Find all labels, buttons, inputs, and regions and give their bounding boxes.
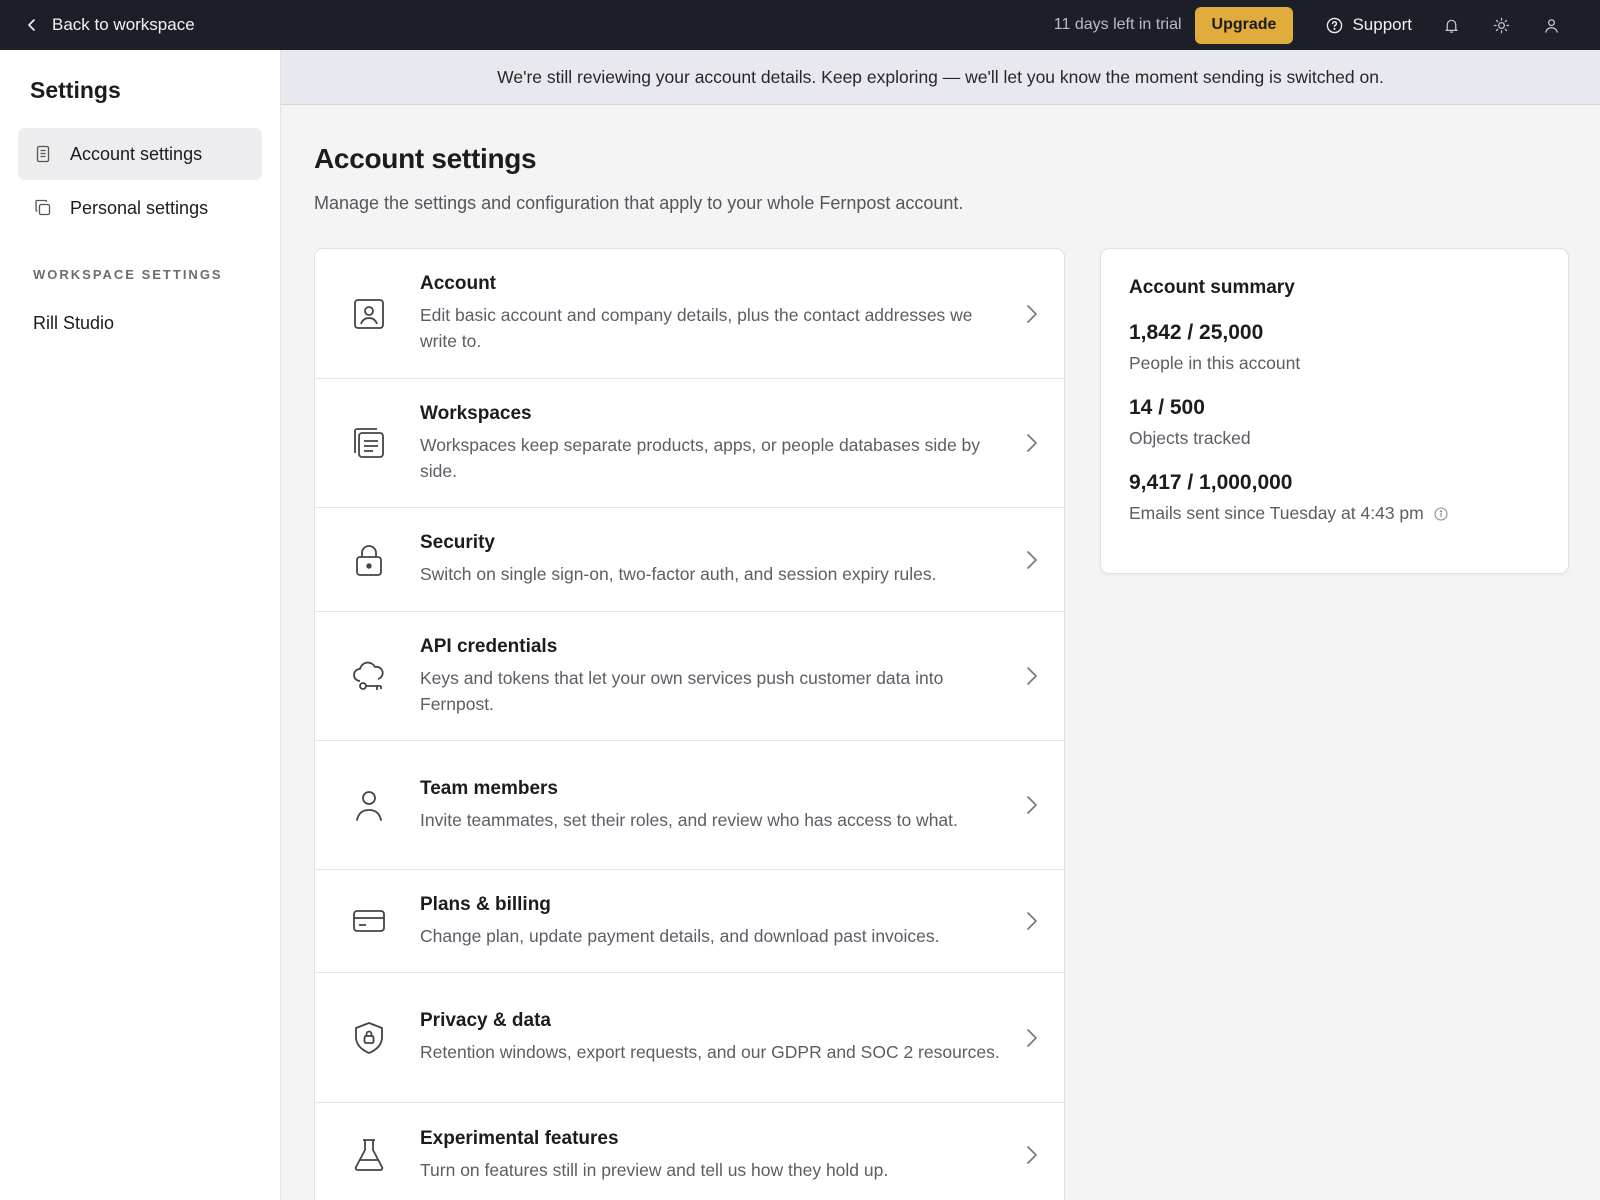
bell-icon: [1444, 19, 1458, 33]
settings-row-text: Security Switch on single sign-on, two-f…: [420, 532, 1024, 587]
workspace-settings-heading: WORKSPACE SETTINGS: [33, 267, 223, 282]
settings-row-text: Experimental features Turn on features s…: [420, 1128, 1024, 1183]
stat-value: 14 / 500: [1129, 396, 1205, 419]
settings-row-title: Account: [420, 273, 496, 294]
sidebar-item-label: Personal settings: [70, 197, 209, 218]
banner-message: We're still reviewing your account detai…: [497, 66, 1384, 87]
settings-row-description: Workspaces keep separate products, apps,…: [420, 434, 981, 481]
stat-people: 1,842 / 25,000 People in this account: [1129, 321, 1540, 374]
notifications-button[interactable]: [1426, 0, 1476, 50]
settings-row-title: Experimental features: [420, 1127, 619, 1149]
stat-label-text: Emails sent since Tuesday at 4:43 pm: [1129, 503, 1424, 523]
settings-row-api-credentials[interactable]: API credentials Keys and tokens that let…: [315, 612, 1064, 741]
settings-row-security[interactable]: Security Switch on single sign-on, two-f…: [315, 508, 1064, 612]
settings-row-privacy-data[interactable]: Privacy & data Retention windows, export…: [315, 973, 1064, 1103]
top-bar-actions: 11 days left in trial Upgrade Support: [1054, 0, 1576, 50]
flask-icon: [351, 1137, 387, 1173]
shield-lock-icon: [351, 1020, 387, 1056]
settings-row-title: Plans & billing: [420, 893, 551, 915]
chevron-right-icon: [1027, 1028, 1037, 1047]
sidebar-item-personal-settings[interactable]: Personal settings: [18, 182, 262, 234]
page-subtitle: Manage the settings and configuration th…: [314, 193, 964, 213]
stat-value: 9,417 / 1,000,000: [1129, 471, 1293, 494]
user-icon: [1544, 18, 1558, 33]
chevron-right-icon: [1027, 912, 1037, 930]
settings-row-title: Security: [420, 532, 495, 553]
stacked-docs-icon: [351, 425, 387, 461]
settings-row-title: Team members: [420, 777, 558, 799]
back-label: Back to workspace: [52, 15, 195, 34]
settings-row-title: Workspaces: [420, 402, 532, 424]
sidebar-item-account-settings[interactable]: Account settings: [18, 128, 262, 180]
chevron-right-icon: [1027, 796, 1037, 814]
settings-row-text: API credentials Keys and tokens that let…: [420, 636, 1024, 717]
settings-nav: Account settings Personal settings: [18, 128, 262, 234]
settings-row-description: Switch on single sign-on, two-factor aut…: [420, 564, 937, 584]
settings-card-list: Account Edit basic account and company d…: [314, 248, 1065, 1200]
trial-status: 11 days left in trial: [1053, 16, 1182, 33]
review-notice-banner: We're still reviewing your account detai…: [281, 50, 1600, 105]
info-icon[interactable]: [1434, 506, 1448, 521]
settings-row-plans-billing[interactable]: Plans & billing Change plan, update paym…: [315, 870, 1064, 973]
stat-label: Objects tracked: [1129, 428, 1540, 449]
main-content: Account settings Manage the settings and…: [314, 105, 1574, 1200]
settings-row-title: API credentials: [420, 635, 558, 657]
lock-icon: [351, 542, 387, 578]
account-summary-title: Account summary: [1129, 277, 1295, 298]
person-icon: [351, 787, 387, 823]
stat-label-text: Objects tracked: [1129, 428, 1251, 448]
back-to-workspace-link[interactable]: Back to workspace: [24, 15, 195, 35]
stat-label-text: People in this account: [1129, 353, 1301, 373]
settings-row-description: Invite teammates, set their roles, and r…: [420, 809, 958, 830]
profile-button[interactable]: [1526, 0, 1576, 50]
stat-objects: 14 / 500 Objects tracked: [1129, 396, 1540, 449]
document-icon: [36, 145, 50, 163]
settings-row-text: Workspaces Workspaces keep separate prod…: [420, 403, 1024, 484]
sidebar-title: Settings: [30, 77, 121, 103]
copy-icon: [35, 199, 51, 216]
chevron-right-icon: [1027, 304, 1037, 323]
settings-row-description: Keys and tokens that let your own servic…: [420, 667, 944, 714]
account-summary-panel: Account summary 1,842 / 25,000 People in…: [1100, 248, 1569, 574]
settings-row-title: Privacy & data: [420, 1010, 551, 1031]
upgrade-button[interactable]: Upgrade: [1194, 6, 1294, 44]
chevron-left-icon: [28, 19, 35, 31]
id-card-icon: [351, 296, 387, 332]
stat-label: Emails sent since Tuesday at 4:43 pm: [1129, 503, 1540, 524]
cloud-key-icon: [351, 658, 387, 694]
page-title: Account settings: [314, 143, 537, 174]
sidebar-item-label: Account settings: [70, 143, 203, 164]
help-circle-icon: [1327, 17, 1343, 33]
settings-row-description: Edit basic account and company details, …: [420, 305, 973, 351]
settings-row-description: Turn on features still in preview and te…: [420, 1159, 889, 1180]
support-label: Support: [1352, 15, 1412, 34]
sidebar-item-rill-studio[interactable]: Rill Studio: [33, 313, 262, 334]
settings-row-text: Account Edit basic account and company d…: [420, 273, 1024, 354]
theme-toggle-button[interactable]: [1476, 0, 1526, 50]
chevron-right-icon: [1027, 550, 1037, 569]
chevron-right-icon: [1027, 434, 1037, 452]
settings-row-account[interactable]: Account Edit basic account and company d…: [315, 249, 1064, 379]
settings-sidebar: Settings Account settings Personal setti…: [0, 50, 281, 1200]
sun-icon: [1493, 17, 1509, 33]
settings-row-text: Plans & billing Change plan, update paym…: [420, 894, 1024, 949]
stat-label: People in this account: [1129, 353, 1540, 374]
top-bar: Back to workspace 11 days left in trial …: [0, 0, 1600, 50]
support-link[interactable]: Support: [1326, 15, 1412, 35]
settings-row-experimental-features[interactable]: Experimental features Turn on features s…: [315, 1103, 1064, 1200]
credit-card-icon: [351, 903, 387, 939]
settings-row-workspaces[interactable]: Workspaces Workspaces keep separate prod…: [315, 379, 1064, 508]
settings-row-team-members[interactable]: Team members Invite teammates, set their…: [315, 741, 1064, 870]
stat-value: 1,842 / 25,000: [1129, 321, 1264, 344]
settings-row-text: Privacy & data Retention windows, export…: [420, 1010, 1024, 1065]
settings-row-description: Change plan, update payment details, and…: [420, 925, 940, 946]
settings-row-description: Retention windows, export requests, and …: [420, 1042, 1000, 1062]
stat-emails: 9,417 / 1,000,000 Emails sent since Tues…: [1129, 471, 1540, 524]
settings-row-text: Team members Invite teammates, set their…: [420, 778, 1024, 833]
chevron-right-icon: [1027, 667, 1037, 685]
chevron-right-icon: [1027, 1146, 1037, 1164]
